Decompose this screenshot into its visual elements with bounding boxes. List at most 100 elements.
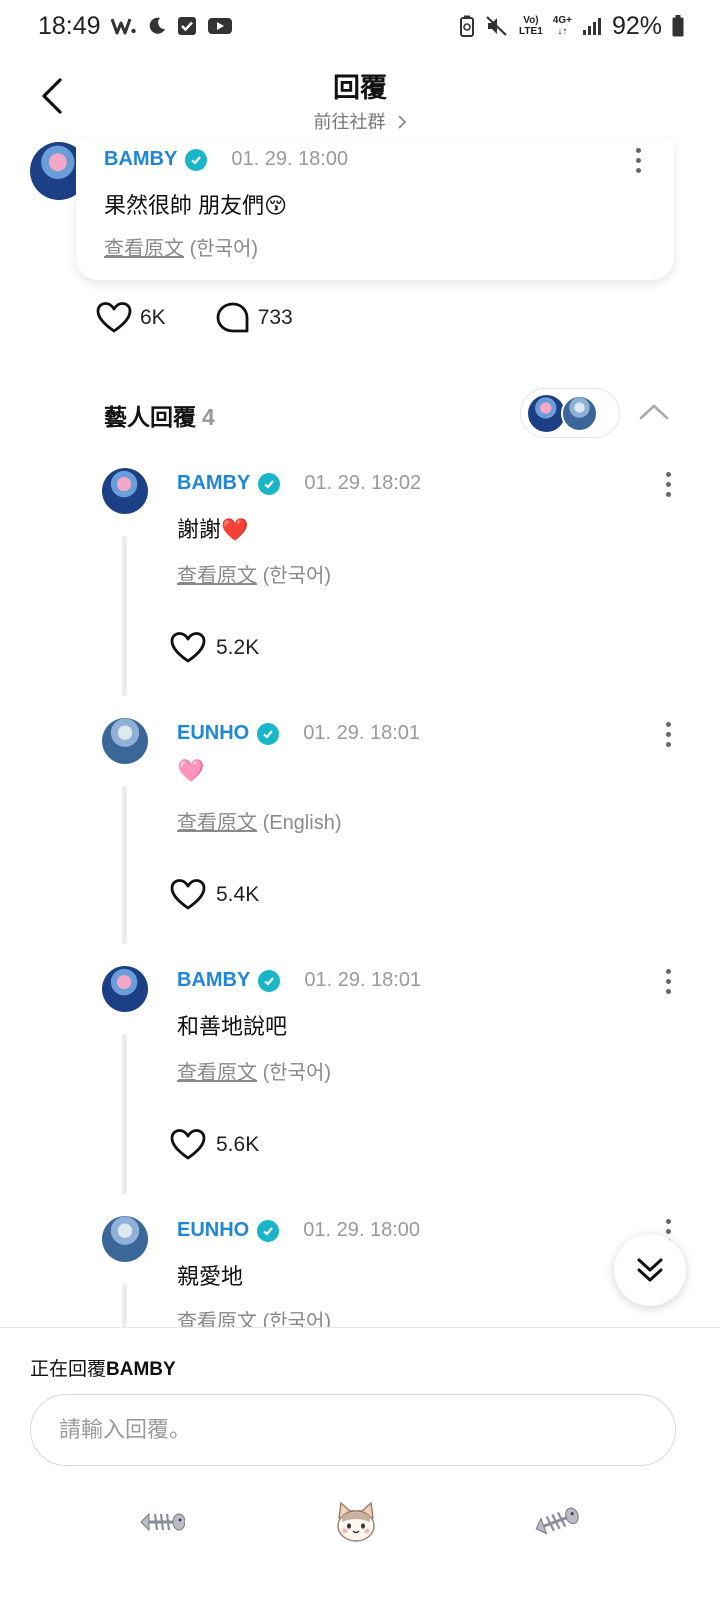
thread-line: [122, 786, 127, 944]
status-left: 18:49: [38, 12, 233, 41]
reply-view-original[interactable]: 查看原文 (한국어): [177, 559, 331, 588]
double-chevron-down-icon: [637, 1258, 663, 1282]
reply-time: 01. 29. 18:02: [304, 472, 422, 494]
reply-like-count: 5.2K: [216, 636, 260, 659]
original-language: (한국어): [189, 238, 259, 260]
view-original-link[interactable]: 查看原文: [177, 812, 257, 834]
cat-sticker-icon[interactable]: [331, 1500, 381, 1544]
reply-author-row: BAMBY 01. 29. 18:02: [177, 472, 421, 495]
post-more-options-icon[interactable]: [626, 142, 650, 178]
reply-text: 親愛地: [177, 1264, 244, 1289]
post-comment-button[interactable]: 733: [216, 302, 293, 334]
original-language: (한국어): [262, 1062, 332, 1084]
replying-to-label: 正在回覆BAMBY: [30, 1354, 176, 1381]
reply-text: 🩷: [177, 758, 205, 783]
reply-avatar[interactable]: [102, 1216, 148, 1262]
replying-to-name: BAMBY: [106, 1359, 176, 1380]
artist-avatar-eunho: [561, 395, 598, 432]
original-language: (English): [262, 812, 342, 834]
weverse-icon: [110, 16, 137, 36]
status-bar: 18:49 Vo) LTE1 4G+ ↓↑ 92%: [0, 0, 720, 52]
post-view-original[interactable]: 查看原文 (한국어): [104, 232, 258, 261]
volte-top-label: Vo): [523, 15, 539, 26]
status-right: Vo) LTE1 4G+ ↓↑ 92%: [459, 12, 684, 41]
status-time: 18:49: [38, 11, 101, 40]
volte-bottom-label: LTE1: [519, 26, 543, 37]
reply-author-row: EUNHO 01. 29. 18:01: [177, 722, 420, 745]
reply-more-options-icon[interactable]: [656, 963, 680, 999]
post-like-button[interactable]: 6K: [96, 302, 166, 334]
battery-icon: [672, 15, 684, 37]
data-arrows: ↓↑: [557, 26, 568, 37]
reply-like-count: 5.4K: [216, 883, 260, 906]
mute-icon: [485, 15, 509, 37]
artist-avatar-bamby: [528, 395, 565, 432]
volte-icon: Vo) LTE1: [519, 15, 543, 37]
view-original-link[interactable]: 查看原文: [104, 238, 184, 260]
network-type-label: 4G+: [552, 15, 572, 26]
reply-avatar[interactable]: [102, 468, 148, 514]
reply-text: 謝謝❤️: [177, 517, 249, 542]
reply-input[interactable]: [30, 1394, 676, 1466]
chevron-up-icon: [639, 404, 669, 420]
reply-like-button[interactable]: 5.4K: [170, 879, 259, 911]
go-to-community-link[interactable]: 前往社群: [0, 108, 720, 134]
signal-icon: [582, 17, 602, 35]
verified-badge-icon: [257, 1219, 280, 1242]
view-original-link[interactable]: 查看原文: [177, 1062, 257, 1084]
sticker-row: [0, 1500, 720, 1550]
reply-text: 和善地說吧: [177, 1014, 288, 1039]
reply-author-name[interactable]: EUNHO: [177, 1219, 249, 1242]
heart-icon: [96, 302, 132, 333]
collapse-button[interactable]: [634, 390, 674, 434]
post-stats: 6K 733: [96, 302, 293, 334]
verified-badge-icon: [185, 148, 208, 171]
view-original-link[interactable]: 查看原文: [177, 565, 257, 587]
thread-line: [122, 1034, 127, 1194]
moon-icon: [147, 16, 167, 36]
verified-badge-icon: [258, 472, 281, 495]
reply-author-name[interactable]: BAMBY: [177, 472, 250, 495]
reply-time: 01. 29. 18:01: [303, 722, 421, 744]
youtube-icon: [207, 16, 233, 36]
page-header: 回覆 前往社群: [0, 52, 720, 138]
artist-avatars-pill[interactable]: [520, 388, 620, 438]
reply-like-button[interactable]: 5.6K: [170, 1129, 259, 1161]
checkbox-notification-icon: [177, 16, 197, 36]
heart-icon: [170, 879, 206, 910]
scroll-to-bottom-button[interactable]: [614, 1234, 686, 1306]
reply-author-name[interactable]: EUNHO: [177, 722, 249, 745]
reply-time: 01. 29. 18:01: [304, 969, 422, 991]
reply-view-original[interactable]: 查看原文 (한국어): [177, 1056, 331, 1085]
artist-replies-label: 藝人回覆: [104, 404, 196, 430]
artist-replies-title: 藝人回覆 4: [104, 398, 215, 432]
reply-compose-panel: 正在回覆BAMBY: [0, 1327, 720, 1600]
battery-saver-icon: [459, 15, 475, 37]
fishbone-sticker-icon[interactable]: [136, 1500, 186, 1544]
post-time: 01. 29. 18:00: [231, 148, 349, 170]
network-type-icon: 4G+ ↓↑: [553, 15, 572, 37]
original-post-card: BAMBY 01. 29. 18:00 果然很帥 朋友們😚 查看原文 (한국어): [76, 138, 674, 280]
reply-like-count: 5.6K: [216, 1133, 260, 1156]
reply-avatar[interactable]: [102, 718, 148, 764]
artist-replies-count: 4: [202, 404, 215, 430]
reply-time: 01. 29. 18:00: [303, 1219, 421, 1241]
verified-badge-icon: [257, 722, 280, 745]
reply-more-options-icon[interactable]: [656, 716, 680, 752]
replying-prefix: 正在回覆: [30, 1359, 107, 1380]
reply-author-row: BAMBY 01. 29. 18:01: [177, 969, 421, 992]
thread-line: [122, 536, 127, 696]
post-text: 果然很帥 朋友們😚: [104, 193, 288, 218]
reply-author-name[interactable]: BAMBY: [177, 969, 250, 992]
thread-line: [122, 1284, 127, 1327]
post-like-count: 6K: [140, 306, 166, 329]
post-author-name[interactable]: BAMBY: [104, 148, 177, 171]
reply-avatar[interactable]: [102, 966, 148, 1012]
verified-badge-icon: [258, 969, 281, 992]
original-language: (한국어): [262, 565, 332, 587]
fishbone-sticker-icon[interactable]: [530, 1500, 580, 1544]
post-comment-count: 733: [257, 306, 293, 329]
reply-more-options-icon[interactable]: [656, 466, 680, 502]
reply-like-button[interactable]: 5.2K: [170, 632, 259, 664]
reply-view-original[interactable]: 查看原文 (English): [177, 806, 341, 835]
